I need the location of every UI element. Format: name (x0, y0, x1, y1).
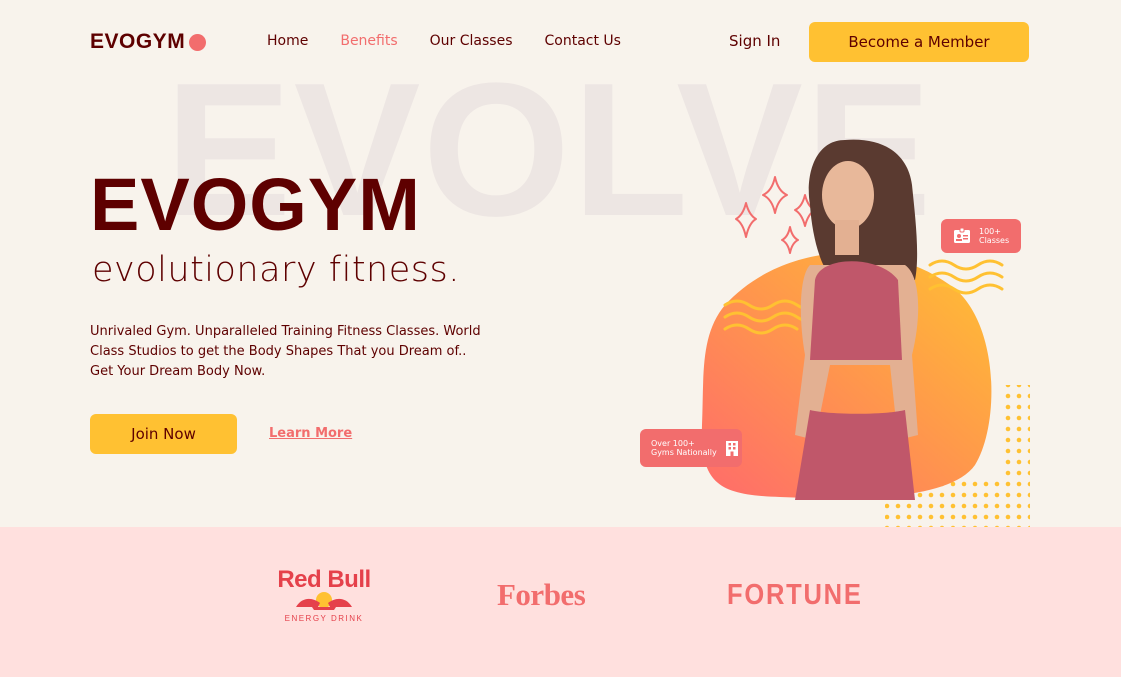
classes-label: Classes (979, 236, 1010, 245)
building-icon (725, 441, 738, 456)
hero-title: EVOGYM (90, 163, 421, 246)
fortune-logo: FORTUNE (727, 579, 863, 611)
gyms-badge: Over 100+ Gyms Nationally (640, 429, 742, 467)
classes-count: 100+ (979, 227, 1001, 236)
redbull-name: Red Bull (277, 566, 371, 593)
redbull-tagline: ENERGY DRINK (284, 614, 364, 623)
sponsors-band: Red Bull ENERGY DRINK Forbes FORTUNE (0, 527, 1121, 677)
id-card-icon (954, 228, 970, 243)
hero-illustration (701, 139, 1030, 530)
forbes-logo: Forbes (497, 577, 586, 612)
athlete-figure (795, 139, 919, 500)
gyms-count: Over 100+ (651, 439, 695, 448)
redbull-bulls-icon (296, 592, 352, 610)
gyms-badge-text: Over 100+ Gyms Nationally (651, 439, 717, 457)
join-now-button[interactable]: Join Now (90, 414, 237, 454)
gyms-label: Gyms Nationally (651, 448, 717, 457)
redbull-logo: Red Bull ENERGY DRINK (277, 566, 371, 624)
sparkle-icons (735, 176, 816, 254)
hero-subtitle: evolutionary fitness. (92, 250, 460, 290)
classes-badge: 100+ Classes (941, 219, 1021, 253)
hero-description: Unrivaled Gym. Unparalleled Training Fit… (90, 324, 481, 379)
classes-badge-text: 100+ Classes (979, 227, 1009, 245)
learn-more-link[interactable]: Learn More (269, 426, 352, 441)
